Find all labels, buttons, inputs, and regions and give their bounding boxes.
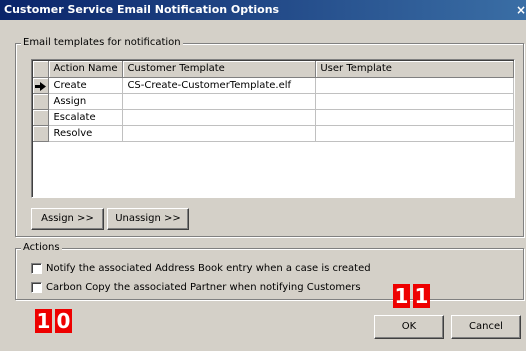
row-selector[interactable] [33,109,50,126]
actions-group-legend: Actions [21,241,62,255]
row-selector[interactable] [33,93,50,110]
carbon-copy-partner-checkbox[interactable] [31,282,42,293]
arrow-right-icon [33,82,48,91]
row-selector[interactable] [33,77,50,94]
annotation-badge-digit: 1 [413,284,430,308]
column-header-customer-template[interactable]: Customer Template [122,61,317,78]
window-title: Customer Service Email Notification Opti… [4,3,280,16]
cell-action-name[interactable]: Assign [48,93,124,110]
unassign-button[interactable]: Unassign >> [107,208,189,230]
carbon-copy-partner-label[interactable]: Carbon Copy the associated Partner when … [46,282,361,294]
annotation-badge-digit: 0 [55,309,72,333]
assign-button[interactable]: Assign >> [31,208,104,230]
cell-customer-template[interactable] [122,93,317,110]
cell-action-name[interactable]: Escalate [48,109,124,126]
annotation-badge-digit: 1 [393,284,410,308]
templates-grid[interactable]: Action Name Customer Template User Templ… [31,59,515,198]
row-selector[interactable] [33,125,50,142]
column-header-user-template[interactable]: User Template [315,61,514,78]
cancel-button[interactable]: Cancel [451,315,521,339]
annotation-badge-digit: 1 [35,309,52,333]
column-header-action-name[interactable]: Action Name [48,61,124,78]
notify-address-book-checkbox[interactable] [31,263,42,274]
table-header-row: Action Name Customer Template User Templ… [33,61,514,78]
cell-user-template[interactable] [315,93,514,110]
cell-action-name[interactable]: Create [48,77,124,94]
table-row[interactable]: Escalate [33,109,514,126]
cell-action-name[interactable]: Resolve [48,125,124,142]
cell-user-template[interactable] [315,109,514,126]
cell-customer-template[interactable]: CS-Create-CustomerTemplate.elf [122,77,317,94]
notify-address-book-label[interactable]: Notify the associated Address Book entry… [46,263,371,275]
table-row[interactable]: Assign [33,93,514,110]
cell-customer-template[interactable] [122,109,317,126]
cell-user-template[interactable] [315,125,514,142]
close-icon[interactable]: × [516,2,526,18]
cell-user-template[interactable] [315,77,514,94]
templates-table: Action Name Customer Template User Templ… [33,61,514,142]
ok-button[interactable]: OK [374,315,444,339]
cell-customer-template[interactable] [122,125,317,142]
templates-group-legend: Email templates for notification [21,36,183,50]
table-row[interactable]: Create CS-Create-CustomerTemplate.elf [33,77,514,94]
table-row[interactable]: Resolve [33,125,514,142]
row-header-corner [33,61,50,78]
title-bar: Customer Service Email Notification Opti… [0,0,526,20]
